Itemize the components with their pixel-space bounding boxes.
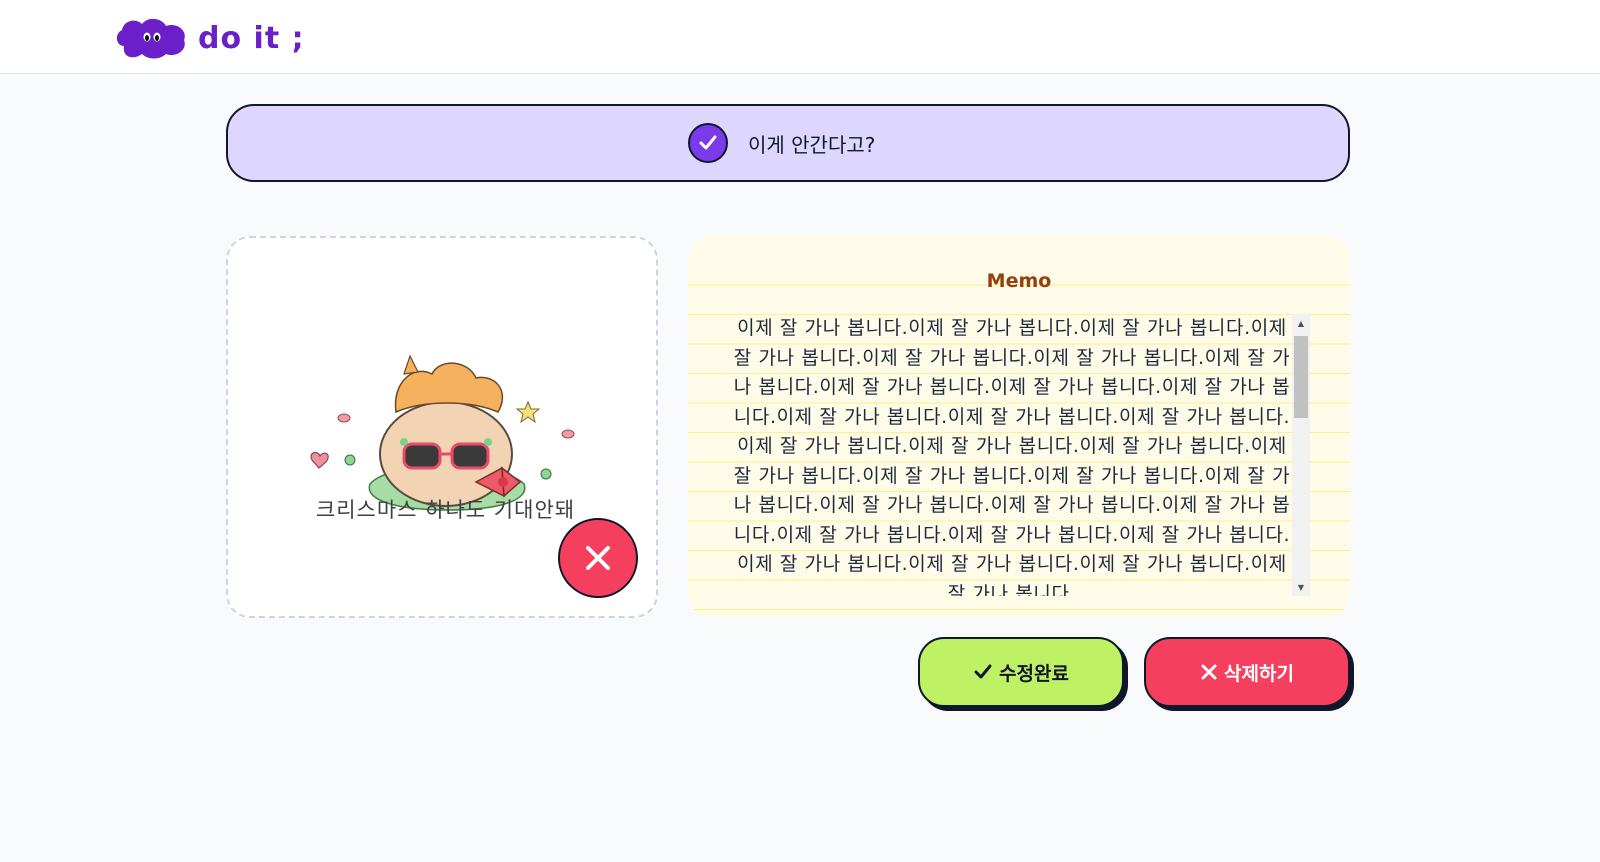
scroll-down-arrow-icon[interactable]: ▼	[1292, 578, 1310, 596]
save-button[interactable]: 수정완료	[918, 637, 1124, 707]
memo-panel: Memo 이제 잘 가나 봅니다.이제 잘 가나 봅니다.이제 잘 가나 봅니다…	[688, 236, 1350, 618]
todo-title-input[interactable]	[748, 131, 888, 155]
scroll-thumb[interactable]	[1294, 336, 1308, 418]
sticker-caption: 크리스마스 하나도 기대안돼	[315, 498, 576, 522]
memo-title: Memo	[986, 270, 1052, 292]
delete-button-label: 삭제하기	[1224, 662, 1294, 685]
todo-complete-toggle[interactable]	[688, 123, 728, 163]
check-icon	[699, 135, 717, 150]
memo-scrollbar[interactable]: ▲ ▼	[1292, 314, 1310, 596]
image-upload-area[interactable]: 크리스마스 하나도 기대안돼	[226, 236, 658, 618]
todo-title-bar	[226, 104, 1350, 182]
scroll-up-arrow-icon[interactable]: ▲	[1292, 314, 1310, 332]
logo[interactable]: do it ;	[114, 16, 305, 60]
logo-text: do it ;	[198, 20, 305, 56]
delete-button[interactable]: 삭제하기	[1144, 637, 1350, 707]
remove-image-button[interactable]	[558, 518, 638, 598]
save-button-label: 수정완료	[999, 662, 1069, 685]
checkmark-icon	[973, 662, 993, 682]
x-icon	[1200, 663, 1218, 681]
top-header: do it ;	[0, 0, 1600, 74]
memo-textarea[interactable]: 이제 잘 가나 봅니다.이제 잘 가나 봅니다.이제 잘 가나 봅니다.이제 잘…	[732, 314, 1292, 596]
close-icon	[586, 546, 610, 570]
cloud-eyes-icon	[116, 18, 185, 59]
